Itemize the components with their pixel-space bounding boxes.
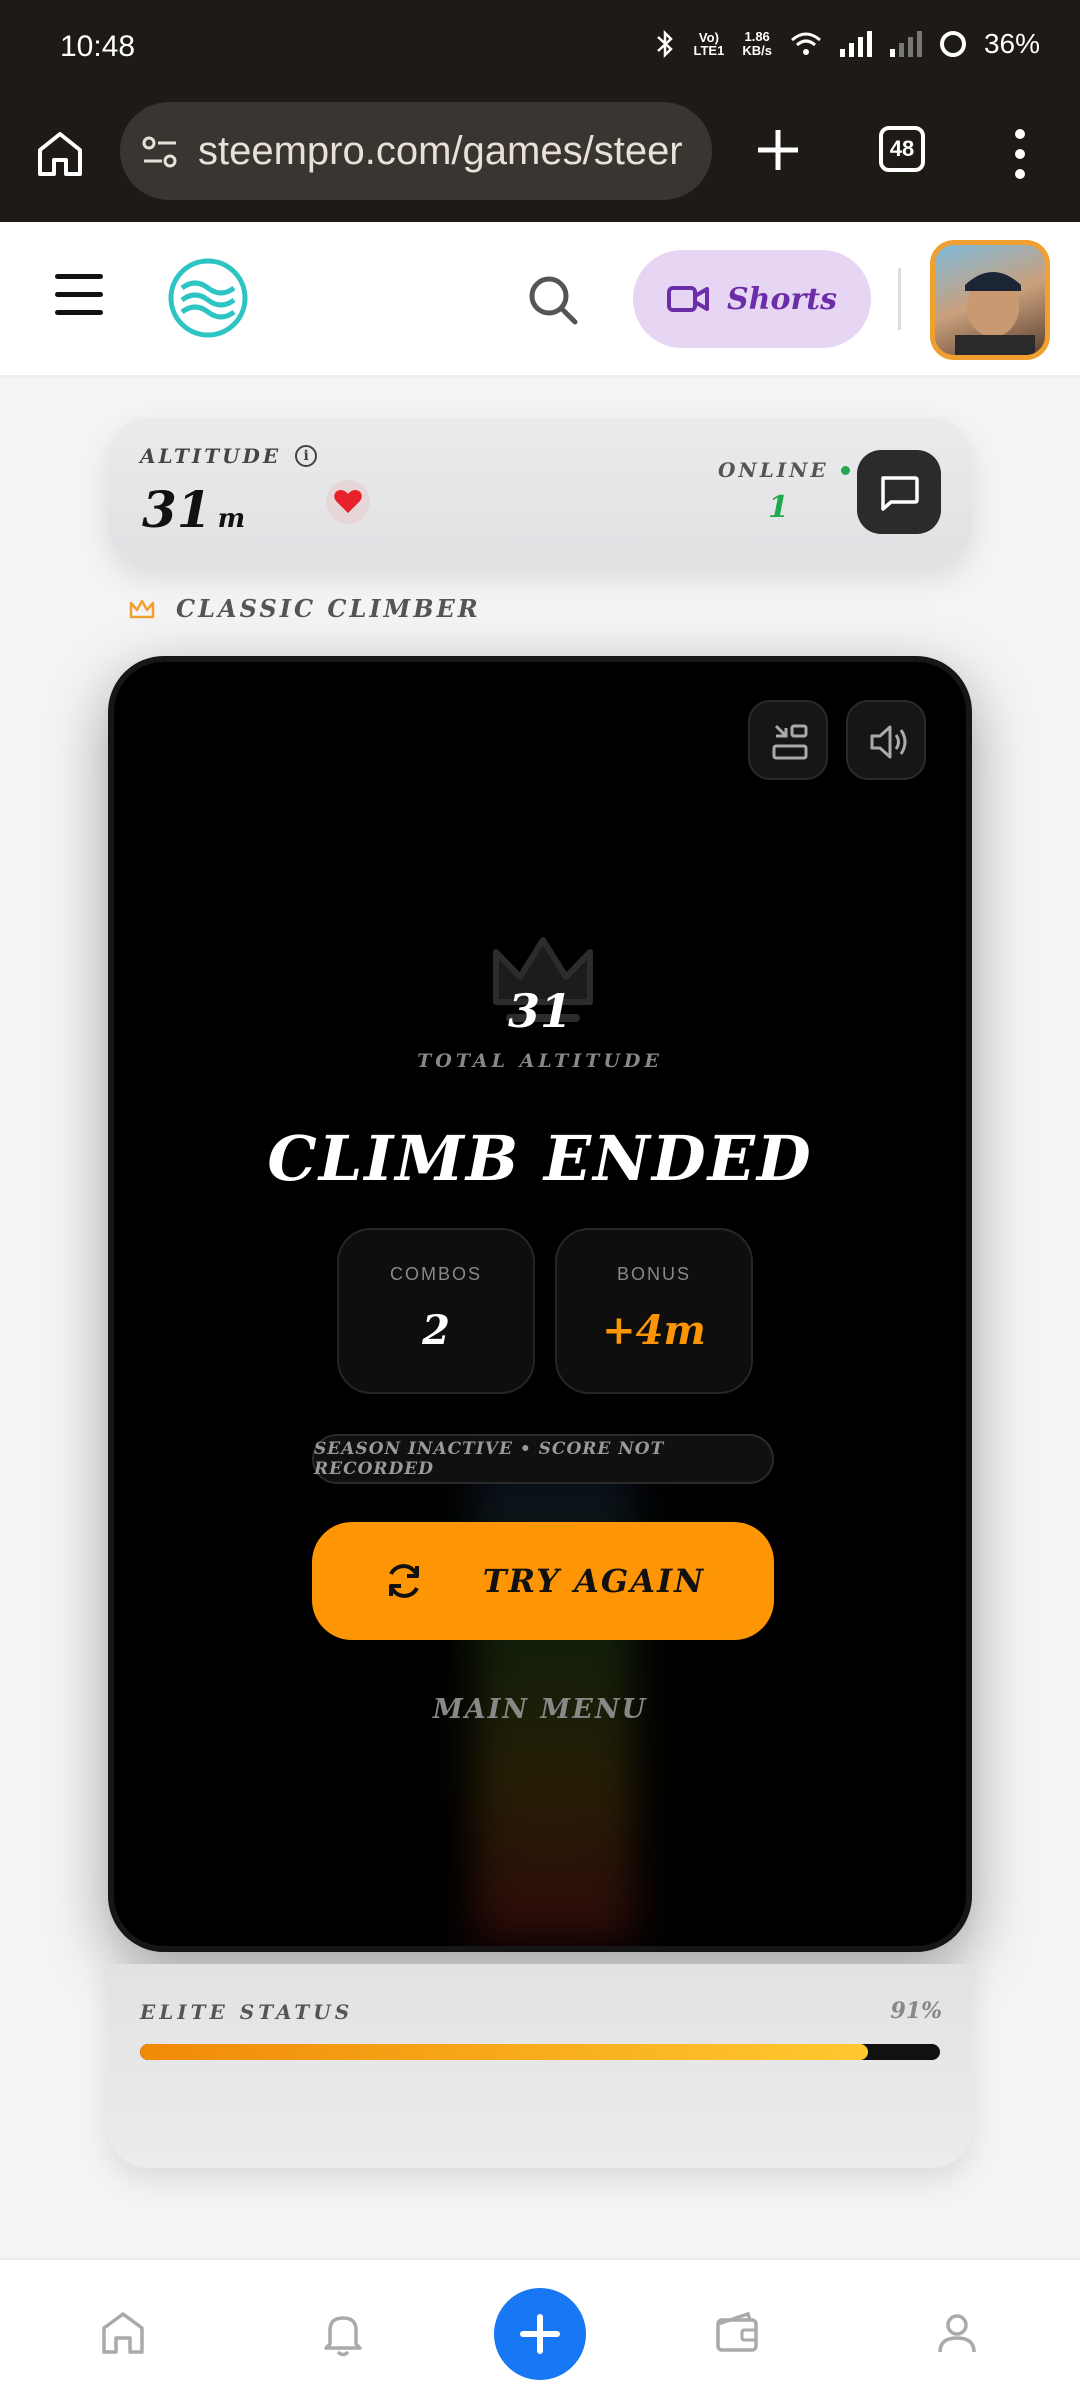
- altitude-panel: ALTITUDE i 31 m ONLINE 1: [108, 418, 972, 566]
- home-icon[interactable]: [32, 126, 88, 182]
- heart-button[interactable]: [326, 480, 370, 524]
- steem-logo[interactable]: [168, 258, 248, 338]
- chat-icon: [881, 476, 919, 511]
- layout-button[interactable]: [748, 700, 828, 780]
- elite-status-panel: ELITE STATUS 91%: [108, 1964, 972, 2168]
- user-icon[interactable]: [930, 2306, 984, 2360]
- url-text: steempro.com/games/steer: [198, 128, 683, 173]
- tune-icon[interactable]: [140, 132, 180, 172]
- net-speed: 1.86 KB/s: [742, 29, 772, 58]
- game-mode-label: CLASSIC CLIMBER: [176, 594, 481, 623]
- crown-icon: [129, 599, 155, 618]
- elite-progress-bar: [140, 2044, 940, 2060]
- sound-icon: [870, 725, 907, 759]
- bottom-nav: [0, 2258, 1080, 2400]
- online-label-text: ONLINE: [718, 458, 829, 482]
- elite-progress-fill: [140, 2044, 868, 2060]
- layout-icon: [772, 724, 808, 760]
- elite-status-label: ELITE STATUS: [140, 2000, 354, 2024]
- plus-icon[interactable]: [750, 122, 806, 178]
- total-altitude-value: 31: [507, 984, 572, 1038]
- altitude-label-text: ALTITUDE: [140, 444, 282, 468]
- battery-icon: [939, 31, 966, 57]
- create-post-button[interactable]: [494, 2288, 586, 2380]
- sound-button[interactable]: [846, 700, 926, 780]
- wallet-icon[interactable]: [710, 2306, 764, 2360]
- status-icons: Vo) LTE1 1.86 KB/s 36%: [654, 28, 1040, 60]
- tab-switcher-button[interactable]: 48: [879, 126, 925, 172]
- combos-label: COMBOS: [389, 1264, 482, 1284]
- bonus-card: BONUS +4m: [555, 1228, 753, 1394]
- online-dot: [840, 465, 850, 475]
- url-bar[interactable]: steempro.com/games/steer: [120, 102, 712, 200]
- game-over-title: CLIMB ENDED: [267, 1122, 813, 1195]
- signal-2-icon: [889, 31, 922, 57]
- menu-icon[interactable]: [55, 274, 103, 316]
- combos-value: 2: [422, 1307, 450, 1354]
- info-icon[interactable]: i: [295, 445, 318, 467]
- header-divider: [898, 268, 901, 330]
- refresh-icon: [388, 1564, 419, 1598]
- more-icon[interactable]: [1010, 124, 1030, 184]
- online-label: ONLINE: [718, 458, 850, 482]
- search-icon[interactable]: [525, 272, 581, 328]
- altitude-value: 31 m: [142, 480, 245, 539]
- wifi-icon: [790, 32, 821, 55]
- bell-icon[interactable]: [316, 2306, 370, 2360]
- combos-card: COMBOS 2: [337, 1228, 535, 1394]
- altitude-label: ALTITUDE i: [140, 444, 318, 468]
- main-menu-link[interactable]: MAIN MENU: [114, 1694, 966, 1725]
- game-mode-row: CLASSIC CLIMBER: [128, 594, 481, 623]
- altitude-unit: m: [217, 504, 246, 534]
- browser-toolbar: steempro.com/games/steer 48: [0, 100, 1080, 222]
- season-notice: SEASON INACTIVE • SCORE NOT RECORDED: [312, 1434, 774, 1484]
- avatar[interactable]: [930, 240, 1050, 360]
- site-header: Shorts: [0, 222, 1080, 377]
- battery-percent: 36%: [983, 28, 1040, 59]
- bonus-label: BONUS: [616, 1264, 691, 1284]
- total-altitude-label: TOTAL ALTITUDE: [417, 1050, 663, 1072]
- plus-icon: [520, 2314, 560, 2354]
- status-time: 10:48: [60, 30, 136, 63]
- game-panel: 31 TOTAL ALTITUDE CLIMB ENDED COMBOS 2 B…: [108, 656, 972, 1952]
- online-count: 1: [768, 490, 789, 525]
- shorts-button[interactable]: Shorts: [633, 250, 871, 348]
- bluetooth-icon: [656, 29, 673, 59]
- bonus-value: +4m: [602, 1307, 706, 1354]
- video-icon: [666, 286, 709, 312]
- chat-button[interactable]: [857, 450, 941, 534]
- elite-status-percent: 91%: [890, 1998, 942, 2024]
- shorts-label: Shorts: [726, 281, 838, 317]
- try-again-label: TRY AGAIN: [482, 1562, 706, 1600]
- volte-indicator: Vo) LTE1: [693, 30, 725, 58]
- home-icon[interactable]: [96, 2306, 150, 2360]
- heart-icon: [334, 490, 362, 513]
- altitude-number: 31: [142, 480, 212, 539]
- try-again-button[interactable]: TRY AGAIN: [312, 1522, 774, 1640]
- status-bar: 10:48 Vo) LTE1 1.86 KB/s 36%: [0, 0, 1080, 100]
- signal-icon: [839, 31, 872, 57]
